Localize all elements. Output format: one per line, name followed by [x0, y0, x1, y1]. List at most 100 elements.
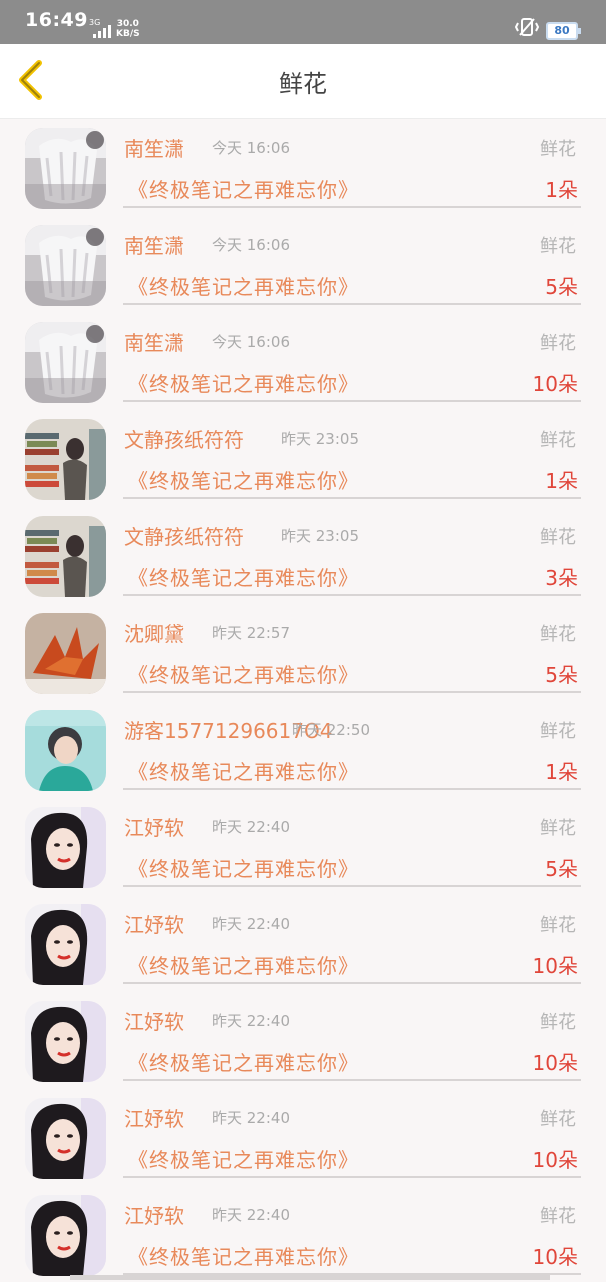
gift-time: 昨天 22:40 — [212, 1012, 290, 1030]
battery-icon: 80 — [546, 22, 581, 40]
user-name[interactable]: 江妤软 — [124, 1200, 184, 1229]
page-title: 鲜花 — [279, 70, 327, 98]
book-title[interactable]: 《终极笔记之再难忘你》 — [128, 659, 359, 688]
book-title[interactable]: 《终极笔记之再难忘你》 — [128, 756, 359, 785]
gift-time: 昨天 23:05 — [281, 527, 359, 545]
gift-type: 鲜花 — [540, 1109, 576, 1130]
gift-type: 鲜花 — [540, 624, 576, 645]
user-name[interactable]: 江妤软 — [124, 1006, 184, 1035]
row-divider — [123, 206, 581, 208]
avatar[interactable] — [25, 516, 106, 597]
network-speed: 30.0 KB/S — [116, 19, 140, 39]
gift-time: 昨天 22:40 — [212, 915, 290, 933]
list-item[interactable]: 沈卿黛 昨天 22:57 鲜花《终极笔记之再难忘你》 5朵 — [0, 603, 606, 700]
user-name[interactable]: 沈卿黛 — [124, 618, 184, 647]
row-divider — [123, 1079, 581, 1081]
vibrate-icon — [514, 18, 540, 36]
next-row-divider — [70, 1275, 550, 1280]
book-title[interactable]: 《终极笔记之再难忘你》 — [128, 562, 359, 591]
gift-type: 鲜花 — [540, 721, 576, 742]
book-title[interactable]: 《终极笔记之再难忘你》 — [128, 465, 359, 494]
row-divider — [123, 1176, 581, 1178]
gift-list: 南笙潇 今天 16:06 鲜花 《终极笔记之再难忘你》 1朵 南笙潇 今天 16:06 鲜花《… — [0, 118, 606, 1282]
gift-type: 鲜花 — [540, 236, 576, 257]
list-item[interactable]: 江妤软 昨天 22:40 鲜花《终极笔记之再难忘你》 10朵 — [0, 1088, 606, 1185]
gift-count: 1朵 — [545, 760, 578, 784]
status-time: 16:49 — [25, 9, 88, 31]
row-divider — [123, 303, 581, 305]
status-bar: 16:49 3G 30.0 KB/S 80 — [0, 0, 606, 44]
book-title[interactable]: 《终极笔记之再难忘你》 — [128, 174, 359, 203]
gift-count: 1朵 — [545, 469, 578, 493]
row-divider — [123, 691, 581, 693]
book-title[interactable]: 《终极笔记之再难忘你》 — [128, 1144, 359, 1173]
avatar[interactable] — [25, 807, 106, 888]
book-title[interactable]: 《终极笔记之再难忘你》 — [128, 853, 359, 882]
gift-type: 鲜花 — [540, 139, 576, 160]
gift-time: 昨天 22:50 — [292, 721, 370, 739]
gift-count: 10朵 — [532, 1051, 578, 1075]
gift-time: 昨天 23:05 — [281, 430, 359, 448]
gift-count: 10朵 — [532, 1245, 578, 1269]
avatar[interactable] — [25, 613, 106, 694]
user-name[interactable]: 江妤软 — [124, 909, 184, 938]
list-item[interactable]: 南笙潇 今天 16:06 鲜花《终极笔记之再难忘你》 10朵 — [0, 312, 606, 409]
gift-count: 1朵 — [545, 178, 578, 202]
row-divider — [123, 885, 581, 887]
gift-type: 鲜花 — [540, 818, 576, 839]
user-name[interactable]: 文静孩纸符符 — [124, 521, 244, 550]
gift-time: 今天 16:06 — [212, 139, 290, 157]
gift-type: 鲜花 — [540, 527, 576, 548]
avatar[interactable] — [25, 710, 106, 791]
book-title[interactable]: 《终极笔记之再难忘你》 — [128, 1241, 359, 1270]
list-item[interactable]: 江妤软 昨天 22:40 鲜花 《终极笔记之再难忘你》 5朵 — [0, 797, 606, 894]
row-divider — [123, 982, 581, 984]
avatar[interactable] — [25, 322, 106, 403]
user-name[interactable]: 江妤软 — [124, 1103, 184, 1132]
list-item[interactable]: 文静孩纸符符 昨天 23:05 鲜花《终极笔记之再难忘你》 1朵 — [0, 409, 606, 506]
book-title[interactable]: 《终极笔记之再难忘你》 — [128, 950, 359, 979]
gift-time: 今天 16:06 — [212, 333, 290, 351]
avatar[interactable] — [25, 1098, 106, 1179]
gift-type: 鲜花 — [540, 1012, 576, 1033]
avatar[interactable] — [25, 225, 106, 306]
gift-type: 鲜花 — [540, 333, 576, 354]
gift-time: 昨天 22:40 — [212, 1206, 290, 1224]
row-divider — [123, 400, 581, 402]
list-item[interactable]: 江妤软 昨天 22:40 鲜花《终极笔记之再难忘你》 10朵 — [0, 1185, 606, 1282]
avatar[interactable] — [25, 128, 106, 209]
user-name[interactable]: 南笙潇 — [124, 230, 184, 259]
avatar[interactable] — [25, 1001, 106, 1082]
gift-type: 鲜花 — [540, 1206, 576, 1227]
signal-icon — [93, 22, 113, 38]
gift-type: 鲜花 — [540, 430, 576, 451]
book-title[interactable]: 《终极笔记之再难忘你》 — [128, 271, 359, 300]
list-item[interactable]: 南笙潇 今天 16:06 鲜花 《终极笔记之再难忘你》 5朵 — [0, 215, 606, 312]
user-name[interactable]: 南笙潇 — [124, 327, 184, 356]
user-name[interactable]: 南笙潇 — [124, 133, 184, 162]
user-name[interactable]: 文静孩纸符符 — [124, 424, 244, 453]
list-item[interactable]: 南笙潇 今天 16:06 鲜花《终极笔记之再难忘你》 1朵 — [0, 118, 606, 215]
row-divider — [123, 594, 581, 596]
gift-type: 鲜花 — [540, 915, 576, 936]
avatar[interactable] — [25, 419, 106, 500]
list-item[interactable]: 江妤软 昨天 22:40 鲜花《终极笔记之再难忘你》 10朵 — [0, 894, 606, 991]
avatar[interactable] — [25, 904, 106, 985]
list-item[interactable]: 文静孩纸符符 昨天 23:05 鲜花《终极笔记之再难忘你》 3朵 — [0, 506, 606, 603]
book-title[interactable]: 《终极笔记之再难忘你》 — [128, 368, 359, 397]
gift-time: 昨天 22:40 — [212, 1109, 290, 1127]
row-divider — [123, 497, 581, 499]
avatar[interactable] — [25, 1195, 106, 1276]
book-title[interactable]: 《终极笔记之再难忘你》 — [128, 1047, 359, 1076]
user-name[interactable]: 江妤软 — [124, 812, 184, 841]
gift-count: 5朵 — [545, 275, 578, 299]
gift-count: 5朵 — [545, 663, 578, 687]
gift-count: 10朵 — [532, 954, 578, 978]
gift-count: 10朵 — [532, 372, 578, 396]
gift-count: 10朵 — [532, 1148, 578, 1172]
list-item[interactable]: 游客15771296617O4 昨天 22:50 鲜花 《终极笔记之再难忘你》 1朵 — [0, 700, 606, 797]
gift-time: 昨天 22:40 — [212, 818, 290, 836]
gift-time: 昨天 22:57 — [212, 624, 290, 642]
list-item[interactable]: 江妤软 昨天 22:40 鲜花《终极笔记之再难忘你》 10朵 — [0, 991, 606, 1088]
gift-count: 3朵 — [545, 566, 578, 590]
